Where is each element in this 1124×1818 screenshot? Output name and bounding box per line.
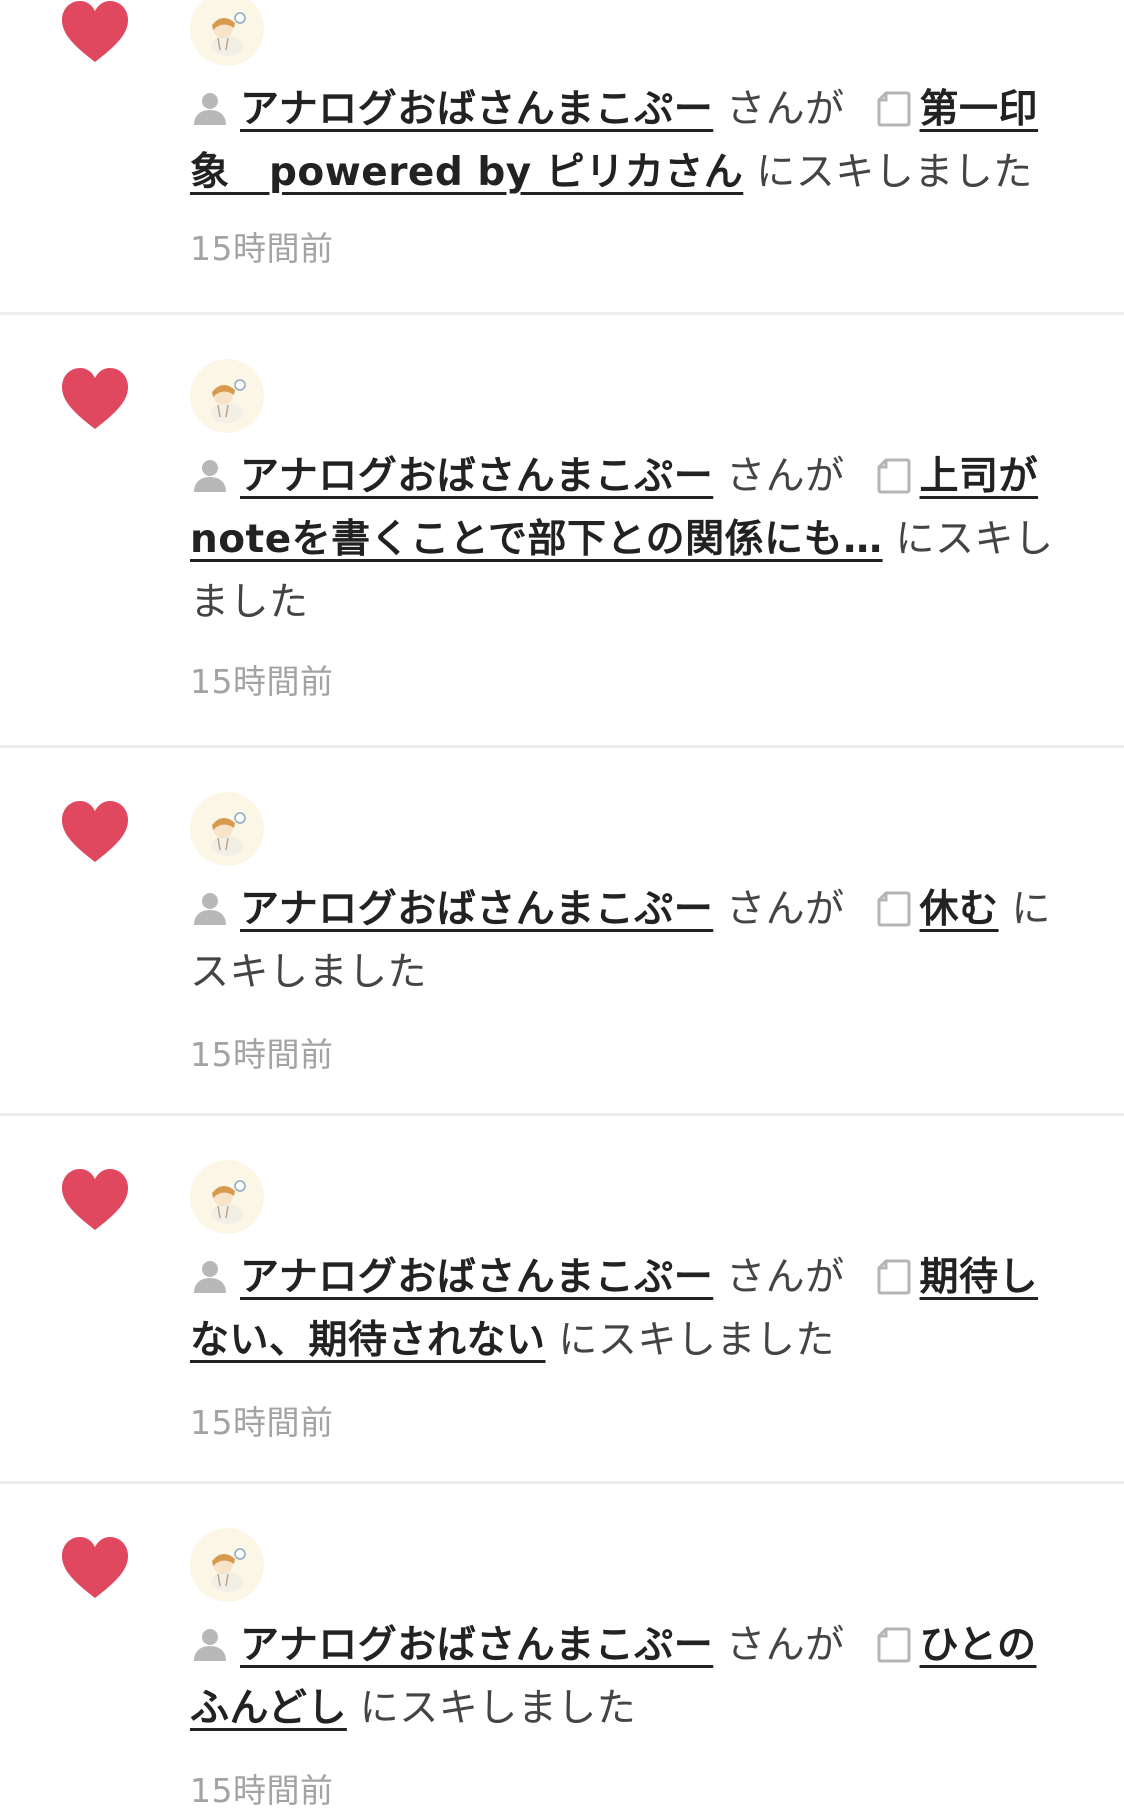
connector-text: さんが [713,87,858,132]
note-icon [877,91,911,127]
heart-icon [62,1169,128,1230]
heart-icon [62,1,128,62]
notification-item[interactable]: アナログおばさんまこぷー さんが 休む にスキしました 15時間前 [0,748,1124,1116]
suffix-text: にスキしました [743,150,1033,195]
notification-item[interactable]: アナログおばさんまこぷー さんが 上司がnoteを書くことで部下との関係にも… … [0,315,1124,748]
note-icon [877,1259,911,1295]
timestamp: 15時間前 [190,229,334,268]
connector-text: さんが [713,887,858,932]
connector-text: さんが [713,1623,858,1668]
timestamp: 15時間前 [190,1771,334,1810]
note-icon [877,458,911,494]
user-icon [194,1629,226,1661]
heart-icon [62,368,128,429]
notification-item[interactable]: アナログおばさんまこぷー さんが 第一印象 powered by ピリカさん に… [0,0,1124,315]
user-icon [194,893,226,925]
timestamp: 15時間前 [190,1403,334,1442]
notification-feed: アナログおばさんまこぷー さんが 第一印象 powered by ピリカさん に… [0,0,1124,1818]
notification-text: アナログおばさんまこぷー さんが 期待しない、期待されない にスキしました [190,1246,1070,1372]
note-icon [877,891,911,927]
notification-item[interactable]: アナログおばさんまこぷー さんが 期待しない、期待されない にスキしました 15… [0,1116,1124,1484]
user-name-link[interactable]: アナログおばさんまこぷー [240,454,713,499]
article-title-link[interactable]: 休む [920,887,999,932]
notification-text: アナログおばさんまこぷー さんが 休む にスキしました [190,878,1070,1004]
notification-text: アナログおばさんまこぷー さんが ひとのふんどし にスキしました [190,1614,1070,1740]
suffix-text: にスキしました [346,1686,637,1731]
avatar[interactable] [190,359,264,433]
heart-icon [62,801,128,862]
avatar[interactable] [190,1528,264,1602]
heart-icon [62,1537,128,1598]
notification-text: アナログおばさんまこぷー さんが 第一印象 powered by ピリカさん に… [190,78,1070,204]
notification-item[interactable]: アナログおばさんまこぷー さんが ひとのふんどし にスキしました 15時間前 [0,1484,1124,1818]
user-icon [194,1261,226,1293]
suffix-text: にスキしました [545,1318,835,1363]
timestamp: 15時間前 [190,1035,334,1074]
connector-text: さんが [713,454,858,499]
user-icon [194,93,226,125]
user-name-link[interactable]: アナログおばさんまこぷー [240,1255,713,1300]
note-icon [877,1627,911,1663]
avatar[interactable] [190,0,264,66]
user-name-link[interactable]: アナログおばさんまこぷー [240,87,713,132]
user-name-link[interactable]: アナログおばさんまこぷー [240,1623,713,1668]
user-icon [194,460,226,492]
notification-text: アナログおばさんまこぷー さんが 上司がnoteを書くことで部下との関係にも… … [190,445,1070,634]
connector-text: さんが [713,1255,858,1300]
user-name-link[interactable]: アナログおばさんまこぷー [240,887,713,932]
avatar[interactable] [190,792,264,866]
timestamp: 15時間前 [190,662,334,701]
avatar[interactable] [190,1160,264,1234]
